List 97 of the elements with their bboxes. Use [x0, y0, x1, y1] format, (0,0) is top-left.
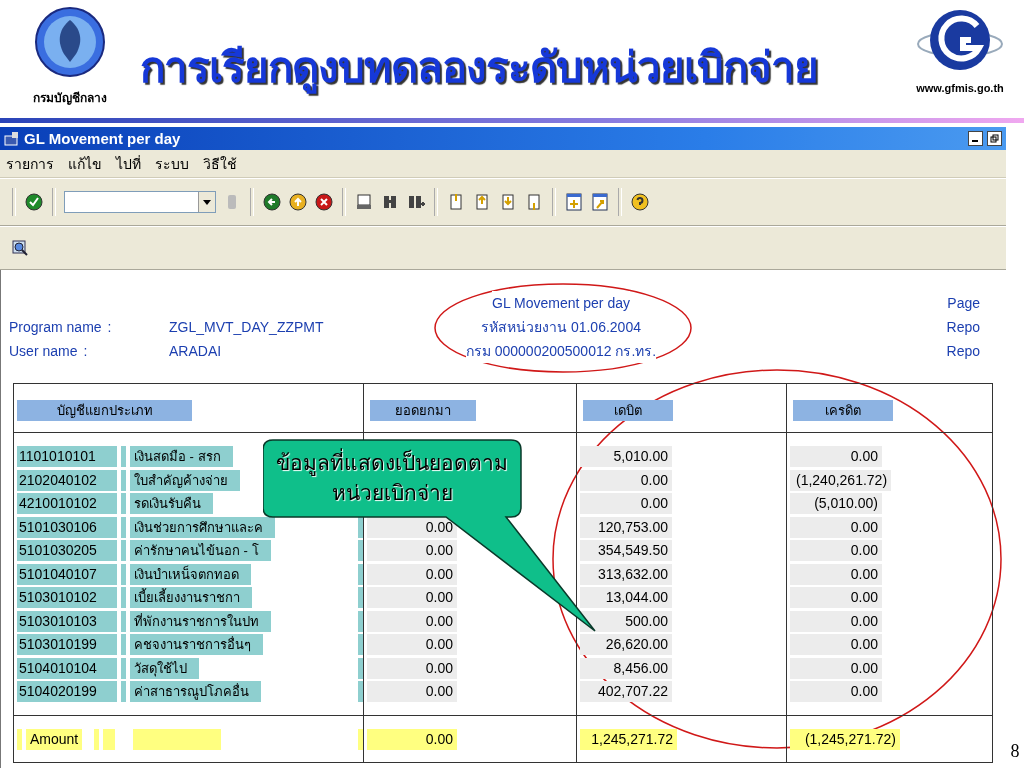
account-name-cell: ใบสำคัญค้างจ่าย	[130, 469, 240, 491]
amount-cell: 26,620.00	[580, 634, 672, 656]
row-marker	[358, 681, 363, 703]
column-header: บัญชีแยกประเภท	[17, 400, 192, 421]
amount-cell: 13,044.00	[580, 587, 672, 609]
amount-cell: 120,753.00	[580, 516, 672, 538]
account-name-cell: ค่ารักษาคนไข้นอก - โ	[130, 540, 271, 562]
amount-cell: 0.00	[367, 587, 457, 609]
menu-item[interactable]: แก้ไข	[68, 152, 102, 175]
amount-cell: 0.00	[367, 610, 457, 632]
page-number: 8	[1010, 741, 1020, 762]
amount-cell: 5,010.00	[580, 446, 672, 468]
field-label: Program name	[9, 318, 102, 337]
account-cell: 2102040102	[17, 469, 117, 491]
amount-cell: 0.00	[367, 540, 457, 562]
website-label: www.gfmis.go.th	[916, 82, 1004, 94]
amount-cell: 0.00	[580, 469, 672, 491]
account-cell: 5101040107	[17, 563, 117, 585]
org-label: กรมบัญชีกลาง	[33, 90, 107, 107]
amount-cell: 0.00	[790, 681, 882, 703]
amount-cell: 354,549.50	[580, 540, 672, 562]
amount-cell: 0.00	[790, 540, 882, 562]
back-icon[interactable]	[262, 192, 282, 212]
column-header: ยอดยกมา	[370, 400, 476, 421]
amount-cell: 8,456.00	[580, 657, 672, 679]
account-name-cell: คชจงานราชการอื่นๆ	[130, 634, 263, 656]
dropdown-arrow-icon	[203, 199, 211, 205]
total-cell: 0.00	[367, 729, 457, 751]
restore-button[interactable]	[987, 131, 1002, 146]
amount-cell: 0.00	[790, 634, 882, 656]
amount-cell: 0.00	[790, 563, 882, 585]
command-field[interactable]	[64, 191, 216, 213]
account-cell: 5104010104	[17, 657, 117, 679]
check-icon[interactable]	[24, 192, 44, 212]
amount-cell: 0.00	[367, 681, 457, 703]
menu-item[interactable]: วิธีใช้	[203, 152, 237, 175]
field-label: User name	[9, 342, 78, 361]
column-header: เดบิต	[583, 400, 673, 421]
amount-cell: 0.00	[367, 563, 457, 585]
menu-item[interactable]: ระบบ	[155, 152, 189, 175]
amount-cell: 0.00	[790, 446, 882, 468]
total-marker	[94, 729, 100, 751]
print-icon[interactable]	[354, 192, 374, 212]
amount-cell: 0.00	[367, 657, 457, 679]
menu-item[interactable]: รายการ	[6, 152, 54, 175]
account-name-cell: เงินช่วยการศึกษาและค	[130, 516, 275, 538]
amount-cell: 0.00	[790, 587, 882, 609]
amount-cell: 0.00	[580, 493, 672, 515]
window-title: GL Movement per day	[24, 130, 182, 147]
amount-cell: 0.00	[790, 610, 882, 632]
callout-text: ข้อมูลที่แสดงเป็นยอดตาม หน่วยเบิกจ่าย	[263, 448, 521, 508]
magnifier-icon[interactable]	[10, 238, 30, 258]
account-name-cell: เงินบำเหน็จตกทอด	[130, 563, 251, 585]
total-label: Amount	[26, 729, 83, 751]
account-name-cell: เงินสดมือ - สรก	[130, 446, 233, 468]
total-cell: 1,245,271.72	[580, 729, 677, 751]
total-cell: (1,245,271.72)	[790, 729, 900, 751]
new-session-icon[interactable]	[564, 192, 584, 212]
exit-icon[interactable]	[288, 192, 308, 212]
menu-item[interactable]: ไปที่	[116, 152, 141, 175]
app-icon	[4, 130, 20, 147]
slide-title: การเรียกดูงบทดลองระดับหน่วยเบิกจ่าย	[140, 42, 819, 96]
amount-cell: (5,010.00)	[790, 493, 882, 515]
emblem-logo	[34, 6, 106, 78]
total-marker	[103, 729, 116, 751]
account-cell: 5103010199	[17, 634, 117, 656]
cancel-icon[interactable]	[314, 192, 334, 212]
amount-cell: 0.00	[790, 657, 882, 679]
account-cell: 5101030205	[17, 540, 117, 562]
row-marker	[121, 681, 126, 703]
amount-cell: 313,632.00	[580, 563, 672, 585]
amount-cell: (1,240,261.72)	[790, 469, 892, 491]
field-separator: :	[83, 342, 88, 361]
account-name-cell: ค่าสาธารณูปโภคอื่น	[130, 681, 261, 703]
field-separator: :	[107, 318, 112, 337]
total-marker	[17, 729, 22, 751]
minimize-button[interactable]	[968, 131, 983, 146]
amount-cell: 402,707.22	[580, 681, 672, 703]
account-cell: 5101030106	[17, 516, 117, 538]
account-cell: 5104020199	[17, 681, 117, 703]
total-marker	[358, 729, 363, 751]
amount-cell: 0.00	[790, 516, 882, 538]
account-name-cell: วัสดุใช้ไป	[130, 657, 199, 679]
account-name-cell: รดเงินรับคืน	[130, 493, 213, 515]
account-cell: 5103010102	[17, 587, 117, 609]
row-marker	[358, 516, 363, 538]
amount-cell: 0.00	[367, 634, 457, 656]
amount-cell: 500.00	[580, 610, 672, 632]
account-cell: 4210010102	[17, 493, 117, 515]
help-icon[interactable]	[630, 192, 650, 212]
shortcut-icon[interactable]	[590, 192, 610, 212]
account-name-cell: ที่พักงานราชการในปท	[130, 610, 271, 632]
account-name-cell: เบี้ยเลี้ยงงานราชกา	[130, 587, 252, 609]
account-cell: 1101010101	[17, 446, 117, 468]
column-header: เครดิต	[793, 400, 893, 421]
account-cell: 5103010103	[17, 610, 117, 632]
restore-icon	[990, 134, 999, 143]
